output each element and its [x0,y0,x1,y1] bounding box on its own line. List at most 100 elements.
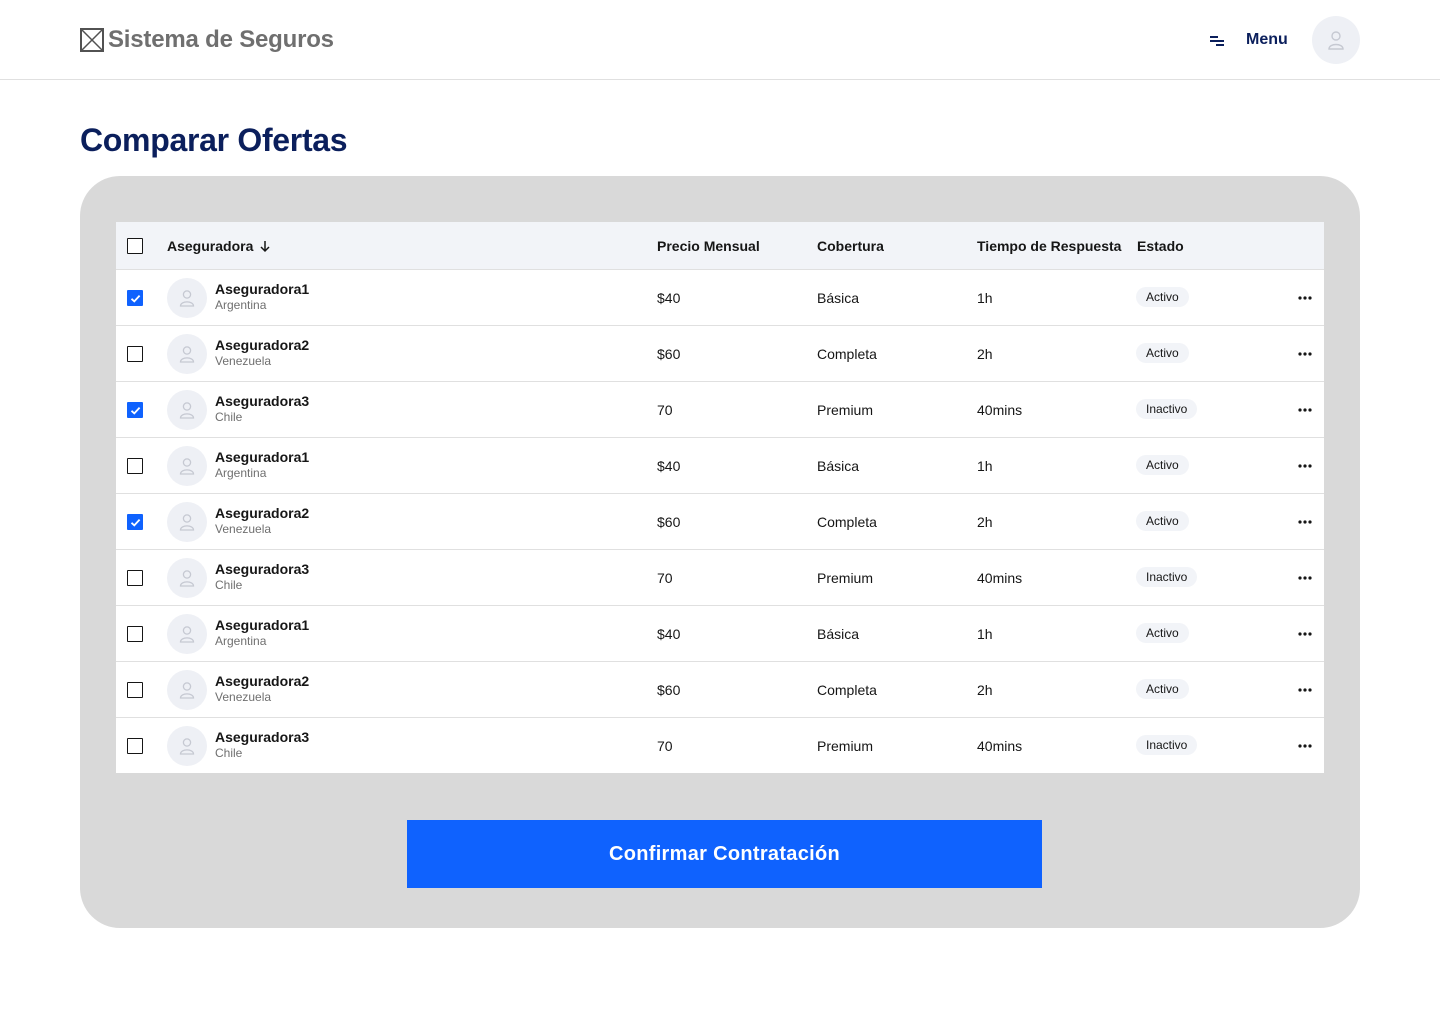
table-row[interactable]: Aseguradora2 Venezuela $60 Completa 2h A… [116,662,1324,718]
response-time: 40mins [977,402,1023,418]
insurer-avatar [167,446,207,486]
insurer-avatar [167,502,207,542]
row-checkbox[interactable] [127,346,143,362]
more-options-icon [1298,520,1312,524]
status-badge: Activo [1136,287,1189,307]
row-checkbox[interactable] [127,738,143,754]
insurer-avatar [167,278,207,318]
confirm-contract-button[interactable]: Confirmar Contratación [407,820,1042,888]
status-badge: Inactivo [1136,567,1198,587]
table-row[interactable]: Aseguradora1 Argentina $40 Básica 1h Act… [116,438,1324,494]
column-header-insurer[interactable]: Aseguradora [167,238,253,254]
status-badge: Activo [1136,511,1189,531]
more-options-icon [1298,632,1312,636]
insurer-name: Aseguradora1 [215,281,310,297]
insurer-country: Venezuela [215,522,272,536]
app-logo[interactable]: Sistema de Seguros [80,27,334,53]
insurer-country: Argentina [215,466,267,480]
status-badge: Activo [1136,679,1189,699]
user-icon [179,346,195,363]
table-body: Aseguradora1 Argentina $40 Básica 1h Act… [116,270,1324,773]
coverage-level: Premium [817,738,874,754]
row-checkbox[interactable] [127,626,143,642]
table-row[interactable]: Aseguradora3 Chile 70 Premium 40mins Ina… [116,718,1324,773]
insurer-country: Venezuela [215,354,272,368]
table-row[interactable]: Aseguradora3 Chile 70 Premium 40mins Ina… [116,550,1324,606]
status-badge: Inactivo [1136,735,1198,755]
user-icon [179,570,195,587]
overflow-menu-button[interactable] [1294,456,1316,476]
coverage-level: Premium [817,402,874,418]
insurer-avatar [167,558,207,598]
image-placeholder-icon [80,28,104,52]
monthly-price: 70 [657,402,673,418]
response-time: 1h [977,458,993,474]
user-icon [179,458,195,475]
coverage-level: Completa [817,346,877,362]
column-header-price[interactable]: Precio Mensual [657,238,760,254]
overflow-menu-button[interactable] [1294,344,1316,364]
arrow-down-icon[interactable] [258,238,272,254]
overflow-menu-button[interactable] [1294,512,1316,532]
coverage-level: Completa [817,682,877,698]
comparison-panel: Aseguradora Precio Mensual Cobertura Tie… [80,176,1360,928]
user-icon [1328,31,1344,50]
column-header-response[interactable]: Tiempo de Respuesta [977,238,1121,254]
select-all-checkbox[interactable] [127,238,143,254]
overflow-menu-button[interactable] [1294,624,1316,644]
coverage-level: Premium [817,570,874,586]
response-time: 2h [977,514,993,530]
row-checkbox[interactable] [127,458,143,474]
monthly-price: 70 [657,738,673,754]
user-icon [179,682,195,699]
response-time: 1h [977,626,993,642]
menu-button[interactable]: Menu [1208,28,1288,52]
insurer-country: Argentina [215,298,267,312]
table-row[interactable]: Aseguradora1 Argentina $40 Básica 1h Act… [116,606,1324,662]
user-icon [179,738,195,755]
insurer-country: Chile [215,746,243,760]
status-badge: Activo [1136,623,1189,643]
column-header-status[interactable]: Estado [1137,238,1184,254]
response-time: 1h [977,290,993,306]
monthly-price: $40 [657,626,681,642]
table-row[interactable]: Aseguradora3 Chile 70 Premium 40mins Ina… [116,382,1324,438]
overflow-menu-button[interactable] [1294,736,1316,756]
table-row[interactable]: Aseguradora2 Venezuela $60 Completa 2h A… [116,494,1324,550]
insurer-country: Venezuela [215,690,272,704]
insurer-name: Aseguradora2 [215,337,310,353]
response-time: 2h [977,682,993,698]
row-checkbox[interactable] [127,290,143,306]
row-checkbox[interactable] [127,682,143,698]
overflow-menu-button[interactable] [1294,288,1316,308]
overflow-menu-button[interactable] [1294,680,1316,700]
insurer-name: Aseguradora3 [215,561,310,577]
coverage-level: Completa [817,514,877,530]
menu-lines-icon [1210,36,1224,46]
table-row[interactable]: Aseguradora1 Argentina $40 Básica 1h Act… [116,270,1324,326]
monthly-price: $40 [657,458,681,474]
overflow-menu-button[interactable] [1294,568,1316,588]
insurer-country: Chile [215,578,243,592]
table-row[interactable]: Aseguradora2 Venezuela $60 Completa 2h A… [116,326,1324,382]
page-title: Comparar Ofertas [80,122,348,158]
insurer-name: Aseguradora3 [215,393,310,409]
menu-label: Menu [1246,31,1288,48]
response-time: 2h [977,346,993,362]
row-checkbox[interactable] [127,514,143,530]
more-options-icon [1298,408,1312,412]
coverage-level: Básica [817,458,860,474]
response-time: 40mins [977,738,1023,754]
user-icon [179,402,195,419]
insurer-name: Aseguradora2 [215,673,310,689]
insurer-name: Aseguradora2 [215,505,310,521]
monthly-price: $60 [657,514,681,530]
row-checkbox[interactable] [127,570,143,586]
insurer-name: Aseguradora3 [215,729,310,745]
overflow-menu-button[interactable] [1294,400,1316,420]
insurer-country: Chile [215,410,243,424]
monthly-price: $60 [657,682,681,698]
column-header-coverage[interactable]: Cobertura [817,238,884,254]
user-avatar[interactable] [1312,16,1360,64]
row-checkbox[interactable] [127,402,143,418]
